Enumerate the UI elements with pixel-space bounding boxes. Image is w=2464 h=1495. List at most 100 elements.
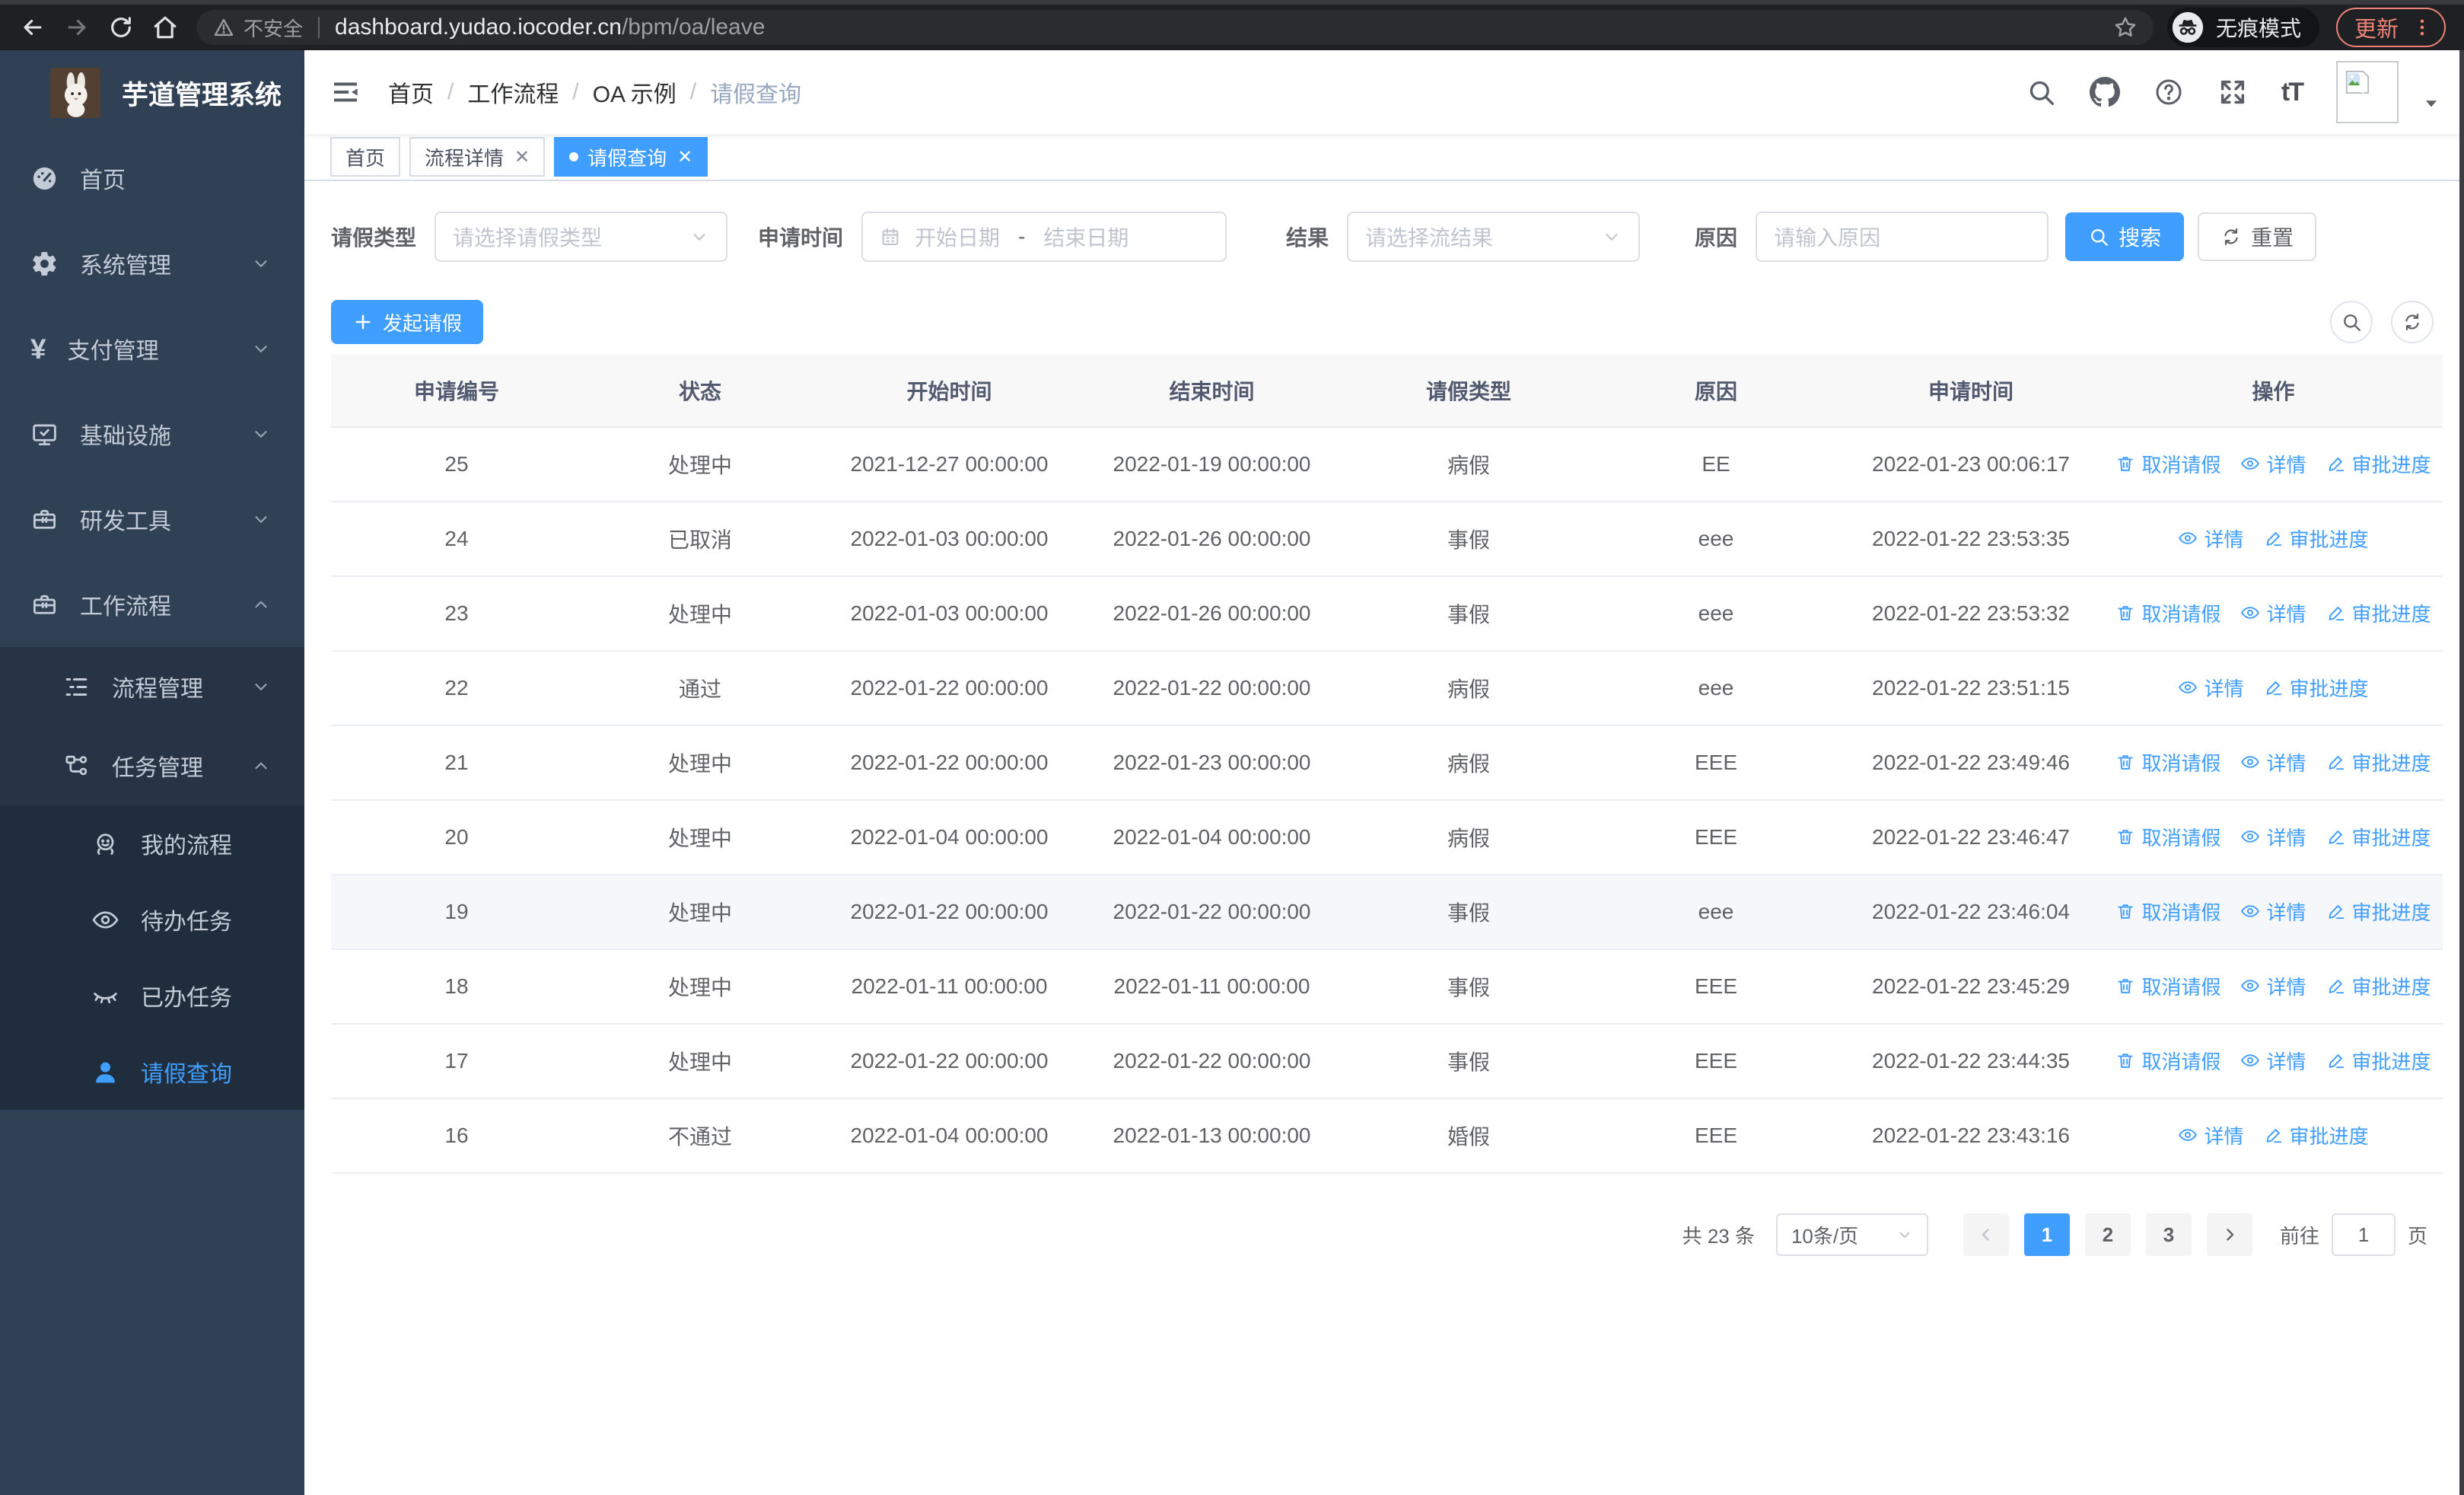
page-size-select[interactable]: 10条/页 — [1775, 1213, 1928, 1256]
detail-action-link[interactable]: 详情 — [2178, 674, 2244, 702]
page-button-1[interactable]: 1 — [2023, 1213, 2070, 1256]
sidebar-logo[interactable]: 芋道管理系统 — [0, 50, 304, 135]
refresh-table-button[interactable] — [2391, 301, 2434, 343]
cell-start-time: 2022-01-22 00:00:00 — [818, 725, 1081, 801]
cell-status: 处理中 — [582, 725, 818, 801]
cancel-action-link[interactable]: 取消请假 — [2115, 450, 2220, 478]
detail-action-link[interactable]: 详情 — [2240, 972, 2306, 1000]
cancel-action-link[interactable]: 取消请假 — [2115, 748, 2220, 776]
cell-end-time: 2022-01-26 00:00:00 — [1081, 502, 1343, 577]
sidebar-item-已办任务[interactable]: 已办任务 — [0, 958, 304, 1034]
user-avatar[interactable] — [2336, 61, 2399, 123]
reset-button[interactable]: 重置 — [2198, 212, 2317, 261]
bookmark-star-icon[interactable] — [2112, 14, 2138, 40]
pen-icon — [2326, 454, 2346, 473]
browser-forward-button[interactable] — [55, 8, 99, 47]
progress-action-link[interactable]: 审批进度 — [2264, 1121, 2369, 1149]
sidebar-item-工作流程[interactable]: 工作流程 — [0, 562, 304, 647]
breadcrumb-item[interactable]: 首页 — [388, 75, 434, 109]
progress-action-link[interactable]: 审批进度 — [2264, 524, 2369, 553]
result-select[interactable]: 请选择流结果 — [1347, 212, 1641, 262]
create-leave-button[interactable]: 发起请假 — [331, 300, 484, 344]
browser-home-button[interactable] — [143, 8, 187, 47]
detail-action-link[interactable]: 详情 — [2178, 1121, 2244, 1149]
eye-icon — [2178, 1125, 2198, 1145]
filter-label-leave-type: 请假类型 — [331, 226, 417, 250]
prev-page-button[interactable] — [1963, 1213, 2009, 1256]
flow-icon — [62, 752, 91, 780]
tab-请假查询[interactable]: 请假查询 ✕ — [554, 137, 708, 177]
sidebar-item-请假查询[interactable]: 请假查询 — [0, 1034, 304, 1110]
browser-back-button[interactable] — [11, 8, 55, 47]
progress-action-link[interactable]: 审批进度 — [2326, 972, 2431, 1000]
sidebar-item-任务管理[interactable]: 任务管理 — [0, 726, 304, 805]
security-chip[interactable]: 不安全 — [213, 14, 303, 42]
sidebar-item-研发工具[interactable]: 研发工具 — [0, 477, 304, 562]
kebab-menu-icon[interactable] — [2411, 16, 2434, 39]
sidebar-item-待办任务[interactable]: 待办任务 — [0, 881, 304, 958]
goto-page-input[interactable]: 1 — [2331, 1213, 2396, 1256]
reason-input[interactable]: 请输入原因 — [1756, 212, 2049, 262]
cancel-action-link[interactable]: 取消请假 — [2115, 1047, 2220, 1075]
cancel-action-link[interactable]: 取消请假 — [2115, 823, 2220, 851]
action-label: 审批进度 — [2289, 528, 2369, 551]
tab-首页[interactable]: 首页 — [330, 137, 401, 177]
sidebar-item-流程管理[interactable]: 流程管理 — [0, 647, 304, 726]
sidebar-item-支付管理[interactable]: ¥ 支付管理 — [0, 306, 304, 391]
detail-action-link[interactable]: 详情 — [2240, 823, 2306, 851]
breadcrumb-item[interactable]: OA 示例 — [593, 75, 676, 109]
table-row: 17 处理中 2022-01-22 00:00:00 2022-01-22 00:00… — [331, 1024, 2443, 1099]
detail-action-link[interactable]: 详情 — [2240, 450, 2306, 478]
detail-action-link[interactable]: 详情 — [2240, 748, 2306, 776]
cell-end-time: 2022-01-22 00:00:00 — [1081, 651, 1343, 726]
tab-流程详情[interactable]: 流程详情 ✕ — [409, 137, 546, 177]
sidebar-item-系统管理[interactable]: 系统管理 — [0, 221, 304, 306]
progress-action-link[interactable]: 审批进度 — [2326, 450, 2431, 478]
cell-leave-type: 婚假 — [1343, 1098, 1594, 1174]
sidebar-item-基础设施[interactable]: 基础设施 — [0, 391, 304, 477]
window-scrollbar[interactable] — [2459, 50, 2464, 1495]
cancel-action-link[interactable]: 取消请假 — [2115, 599, 2220, 627]
detail-action-link[interactable]: 详情 — [2178, 524, 2244, 553]
progress-action-link[interactable]: 审批进度 — [2326, 823, 2431, 851]
face-icon — [91, 830, 119, 858]
col-end-time: 结束时间 — [1081, 355, 1343, 428]
eye-icon — [2240, 827, 2260, 846]
sidebar-item-我的流程[interactable]: 我的流程 — [0, 805, 304, 881]
fullscreen-icon[interactable] — [2217, 77, 2248, 107]
detail-action-link[interactable]: 详情 — [2240, 897, 2306, 926]
help-icon[interactable] — [2154, 77, 2184, 107]
next-page-button[interactable] — [2206, 1213, 2252, 1256]
progress-action-link[interactable]: 审批进度 — [2264, 674, 2369, 702]
breadcrumb-item[interactable]: 工作流程 — [467, 75, 559, 109]
close-icon[interactable]: ✕ — [514, 146, 530, 168]
browser-update-button[interactable]: 更新 — [2335, 8, 2446, 47]
chevron-down-icon — [689, 227, 709, 247]
sidebar-fold-icon[interactable] — [330, 77, 361, 107]
detail-action-link[interactable]: 详情 — [2240, 1047, 2306, 1075]
sidebar-item-首页[interactable]: 首页 — [0, 135, 304, 221]
progress-action-link[interactable]: 审批进度 — [2326, 1047, 2431, 1075]
progress-action-link[interactable]: 审批进度 — [2326, 897, 2431, 926]
apply-time-range-picker[interactable]: 开始日期 - 结束日期 — [861, 212, 1227, 262]
header-search-icon[interactable] — [2026, 77, 2056, 107]
progress-action-link[interactable]: 审批进度 — [2326, 599, 2431, 627]
avatar-caret-down-icon[interactable] — [2421, 94, 2441, 113]
cancel-action-link[interactable]: 取消请假 — [2115, 897, 2220, 926]
chevron-down-icon — [251, 339, 271, 359]
browser-reload-button[interactable] — [99, 8, 143, 47]
page-button-2[interactable]: 2 — [2084, 1213, 2131, 1256]
cancel-action-link[interactable]: 取消请假 — [2115, 972, 2220, 1000]
leave-type-select[interactable]: 请选择请假类型 — [435, 212, 728, 262]
detail-action-link[interactable]: 详情 — [2240, 599, 2306, 627]
address-bar[interactable]: 不安全 dashboard.yudao.iocoder.cn/bpm/oa/le… — [196, 10, 2154, 45]
close-icon[interactable]: ✕ — [677, 146, 692, 168]
goto-unit-label: 页 — [2407, 1224, 2427, 1248]
search-button[interactable]: 搜索 — [2065, 212, 2185, 261]
toggle-search-button[interactable] — [2330, 301, 2373, 343]
progress-action-link[interactable]: 审批进度 — [2326, 748, 2431, 776]
cell-status: 不通过 — [582, 1098, 818, 1174]
font-size-icon[interactable]: tT — [2281, 78, 2304, 107]
github-icon[interactable] — [2089, 77, 2120, 107]
page-button-3[interactable]: 3 — [2145, 1213, 2192, 1256]
